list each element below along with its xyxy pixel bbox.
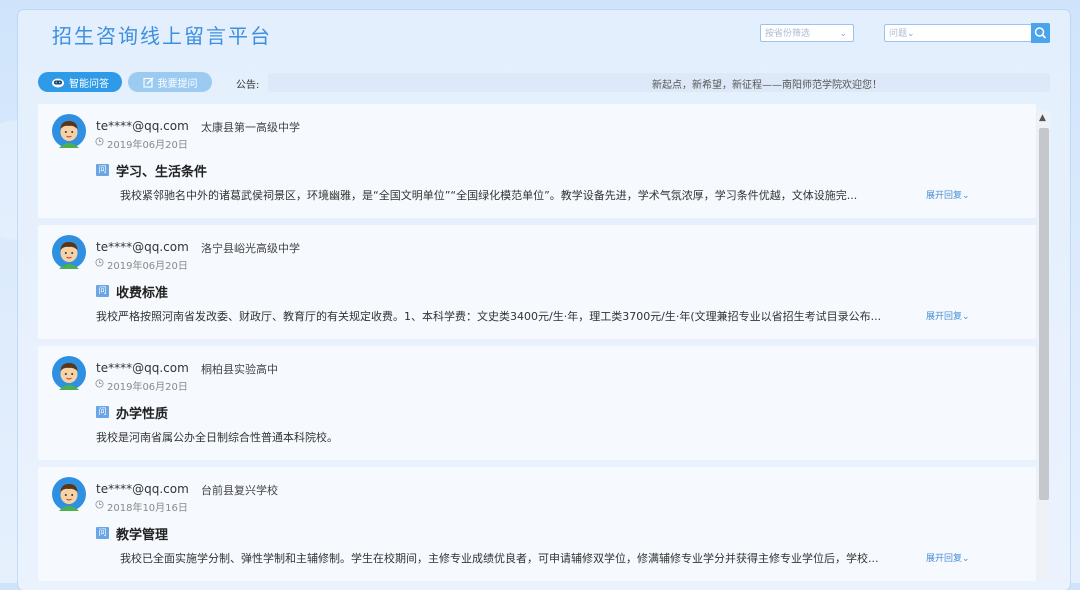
smart-qa-button[interactable]: 智能问答	[38, 72, 122, 92]
smart-qa-label: 智能问答	[69, 78, 109, 90]
user-email: te****@qq.com	[96, 240, 189, 254]
question-tag: 问	[96, 164, 109, 176]
question-card: te****@qq.com 太康县第一高级中学 2019年06月20日 问 学习…	[38, 104, 1036, 218]
search-icon	[1034, 27, 1047, 39]
avatar-icon	[52, 235, 86, 269]
user-email: te****@qq.com	[96, 482, 189, 496]
question-date: 2019年06月20日	[107, 140, 188, 151]
chevron-down-icon: ⌄	[962, 554, 970, 564]
user-email: te****@qq.com	[96, 361, 189, 375]
expand-reply-link[interactable]: 展开回复⌄	[926, 309, 970, 322]
question-title: 收费标准	[116, 286, 169, 301]
scrollbar-thumb[interactable]	[1039, 128, 1049, 500]
question-date: 2019年06月20日	[107, 382, 188, 393]
expand-reply-label: 展开回复	[926, 554, 963, 564]
question-tag: 问	[96, 285, 109, 297]
chevron-down-icon: ⌄	[962, 312, 970, 322]
question-list: te****@qq.com 太康县第一高级中学 2019年06月20日 问 学习…	[38, 104, 1036, 584]
question-title: 学习、生活条件	[116, 165, 208, 180]
clock-icon	[95, 137, 104, 146]
clock-icon	[95, 500, 104, 509]
chevron-down-icon: ⌄	[962, 191, 970, 201]
expand-reply-label: 展开回复	[926, 191, 963, 201]
edit-icon	[142, 77, 153, 88]
user-school: 太康县第一高级中学	[201, 121, 300, 134]
user-school: 桐柏县实验高中	[201, 363, 278, 376]
search-placeholder: 问题	[889, 29, 908, 39]
ask-question-label: 我要提问	[157, 78, 198, 90]
question-title: 教学管理	[116, 528, 169, 543]
expand-reply-link[interactable]: 展开回复⌄	[926, 551, 970, 564]
user-school: 洛宁县峪光高级中学	[201, 242, 300, 255]
answer-text: 我校已全面实施学分制、弹性学制和主辅修制。学生在校期间，主修专业成绩优良者，可申…	[120, 552, 879, 565]
question-card: te****@qq.com 桐柏县实验高中 2019年06月20日 问 办学性质…	[38, 346, 1036, 460]
question-tag: 问	[96, 527, 109, 539]
ask-question-button[interactable]: 我要提问	[128, 72, 212, 92]
expand-reply-label: 展开回复	[926, 312, 963, 322]
question-tag: 问	[96, 406, 109, 418]
robot-icon	[52, 78, 64, 88]
user-email: te****@qq.com	[96, 119, 189, 133]
chevron-down-icon: ⌄	[907, 29, 915, 39]
question-date: 2019年06月20日	[107, 261, 188, 272]
search-button[interactable]	[1031, 23, 1050, 43]
answer-text: 我校紧邻驰名中外的诸葛武侯祠景区，环境幽雅，是“全国文明单位”“全国绿化模范单位…	[120, 189, 858, 202]
clock-icon	[95, 258, 104, 267]
avatar-icon	[52, 114, 86, 148]
search-input[interactable]: 问题⌄	[884, 24, 1032, 42]
question-card: te****@qq.com 洛宁县峪光高级中学 2019年06月20日 问 收费…	[38, 225, 1036, 339]
answer-text: 我校严格按照河南省发改委、财政厅、教育厅的有关规定收费。1、本科学费：文史类34…	[96, 310, 882, 323]
question-title: 办学性质	[116, 407, 169, 422]
province-select[interactable]: 按省份筛选 ⌄	[760, 24, 854, 42]
expand-reply-link[interactable]: 展开回复⌄	[926, 188, 970, 201]
question-card: te****@qq.com 台前县复兴学校 2018年10月16日 问 教学管理…	[38, 467, 1036, 581]
question-date: 2018年10月16日	[107, 503, 188, 514]
answer-text: 我校是河南省属公办全日制综合性普通本科院校。	[96, 431, 338, 444]
page-title: 招生咨询线上留言平台	[52, 24, 272, 48]
province-select-placeholder: 按省份筛选	[765, 29, 811, 39]
chevron-down-icon: ⌄	[839, 29, 847, 39]
notice-label: 公告:	[236, 80, 260, 91]
avatar-icon	[52, 356, 86, 390]
scroll-up-arrow-icon[interactable]: ▲	[1039, 113, 1046, 123]
user-school: 台前县复兴学校	[201, 484, 278, 497]
clock-icon	[95, 379, 104, 388]
notice-text: 新起点，新希望，新征程——南阳师范学院欢迎您！	[652, 80, 882, 91]
avatar-icon	[52, 477, 86, 511]
